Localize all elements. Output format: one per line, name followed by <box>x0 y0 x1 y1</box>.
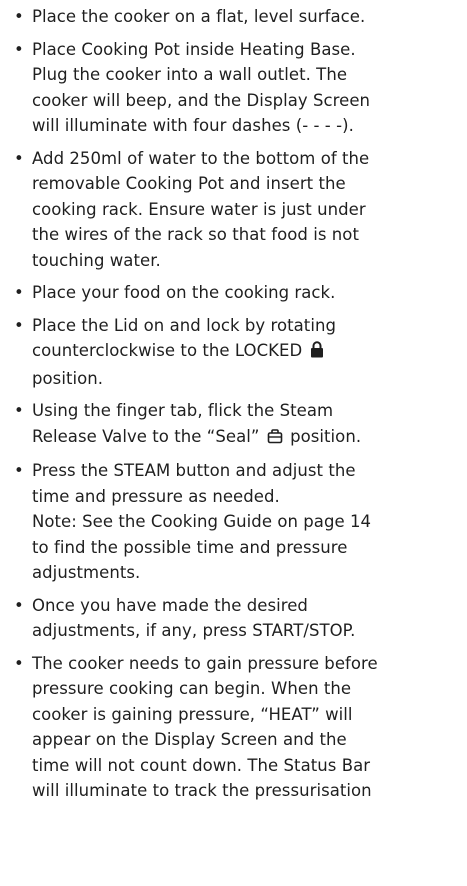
step-6-line-2-text: Release Valve to the “Seal” <box>32 426 260 446</box>
step-4-line-1: Place your food on the cooking rack. <box>32 283 336 302</box>
step-8-line-2: adjustments, if any, press START/STOP. <box>32 621 356 640</box>
step-6-line-2-tail: position. <box>290 426 362 446</box>
step-7-line-5: adjustments. <box>32 563 141 582</box>
step-9-line-3: cooker is gaining pressure, “HEAT” will <box>32 704 353 724</box>
step-9-line-5: time will not count down. The Status Bar <box>32 755 371 775</box>
step-3-line-1: Add 250ml of water to the bottom of the <box>32 148 370 168</box>
bullet: • <box>14 461 24 480</box>
step-2-line-3: cooker will beep, and the Display Screen <box>32 90 371 110</box>
step-item-9: • The cooker needs to gain pressure befo… <box>8 651 463 804</box>
bullet: • <box>14 148 24 168</box>
step-2-line-2: Plug the cooker into a wall outlet. The <box>32 65 348 84</box>
bullet: • <box>14 283 24 302</box>
step-3-line-5: touching water. <box>32 250 161 270</box>
step-3-line-2: removable Cooking Pot and insert the <box>32 174 346 193</box>
step-7-line-4: to find the possible time and pressure <box>32 537 348 557</box>
step-item-8: • Once you have made the desired adjustm… <box>8 593 463 644</box>
step-item-5: • Place the Lid on and lock by rotating … <box>8 313 463 392</box>
step-7-line-3: Note: See the Cooking Guide on page 14 <box>32 512 372 531</box>
step-7-line-1: Press the STEAM button and adjust the <box>32 461 356 480</box>
instruction-page: • Place the cooker on a flat, level surf… <box>0 0 467 886</box>
step-1-line-1: Place the cooker on a flat, level surfac… <box>32 7 366 26</box>
step-item-2: • Place Cooking Pot inside Heating Base.… <box>8 37 463 139</box>
step-5-line-2-text: counterclockwise to the LOCKED <box>32 341 303 360</box>
bullet: • <box>14 39 24 59</box>
step-7-line-2: time and pressure as needed. <box>32 486 280 506</box>
step-3-line-4: the wires of the rack so that food is no… <box>32 225 359 244</box>
bullet: • <box>14 315 24 335</box>
step-item-6: • Using the finger tab, flick the Steam … <box>8 398 463 451</box>
step-8-line-1: Once you have made the desired <box>32 595 308 615</box>
step-6-line-1: Using the finger tab, flick the Steam <box>32 401 334 420</box>
step-2-line-1: Place Cooking Pot inside Heating Base. <box>32 39 356 59</box>
bullet: • <box>14 7 24 26</box>
step-item-7: • Press the STEAM button and adjust the … <box>8 458 463 586</box>
bullet: • <box>14 595 24 615</box>
step-6-line-2: Release Valve to the “Seal” position. <box>32 424 463 452</box>
step-9-line-2: pressure cooking can begin. When the <box>32 679 352 698</box>
step-item-1: • Place the cooker on a flat, level surf… <box>8 4 463 30</box>
step-5-line-2: counterclockwise to the LOCKED <box>32 338 463 366</box>
steps-list: • Place the cooker on a flat, level surf… <box>8 4 463 811</box>
step-9-line-1: The cooker needs to gain pressure before <box>32 653 378 673</box>
bullet: • <box>14 653 24 673</box>
step-5-line-1: Place the Lid on and lock by rotating <box>32 315 336 335</box>
step-9-line-6: will illuminate to track the pressurisat… <box>32 781 372 800</box>
step-item-4: • Place your food on the cooking rack. <box>8 280 463 306</box>
step-2-line-4: will illuminate with four dashes (- - - … <box>32 116 354 135</box>
step-9-line-4: appear on the Display Screen and the <box>32 730 347 749</box>
bullet: • <box>14 401 24 420</box>
lock-icon <box>310 340 324 366</box>
step-5-line-3: position. <box>32 368 104 388</box>
step-3-line-3: cooking rack. Ensure water is just under <box>32 199 366 219</box>
step-item-3: • Add 250ml of water to the bottom of th… <box>8 146 463 274</box>
seal-valve-icon <box>267 426 283 452</box>
